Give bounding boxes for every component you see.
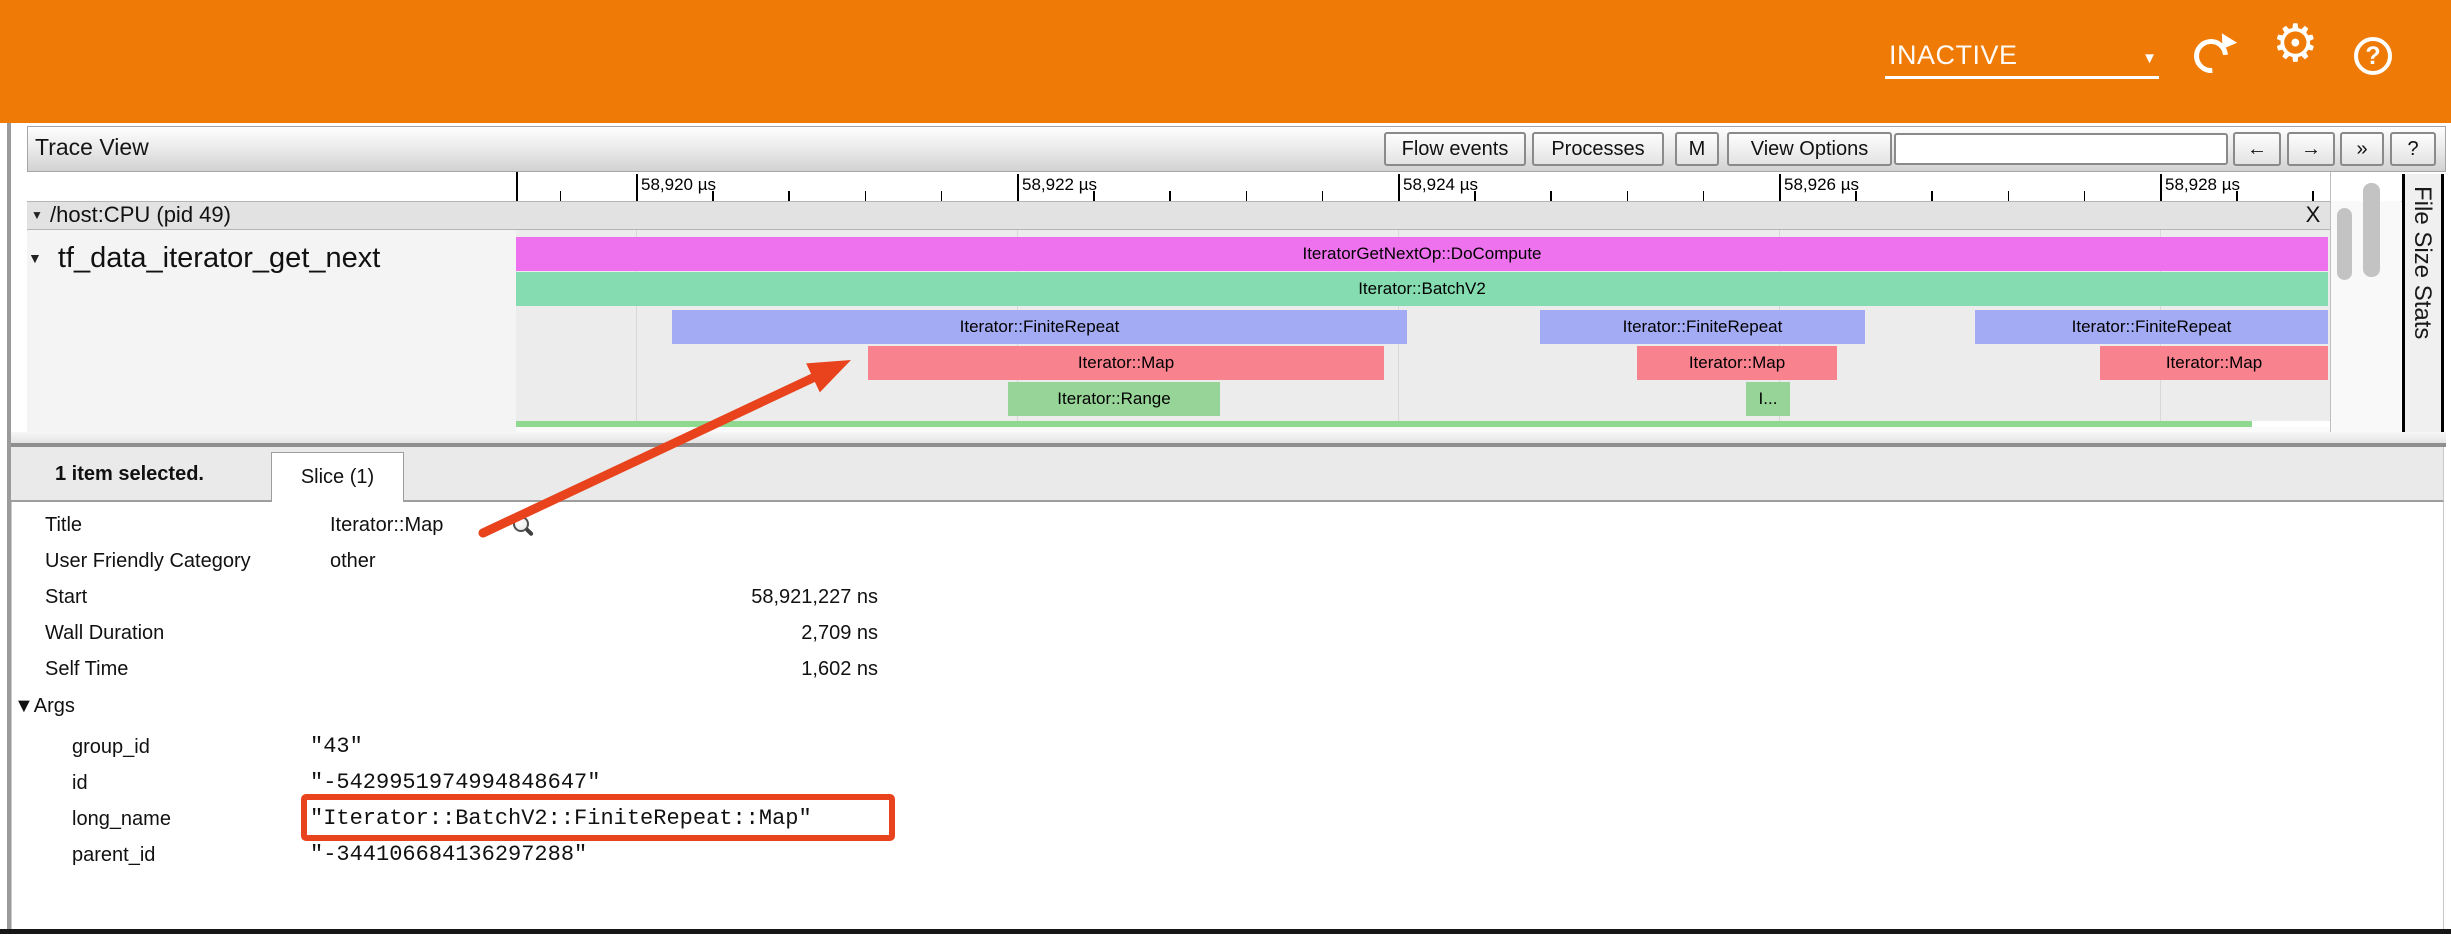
detail-field-label: Title [45,513,82,537]
timeline-slice[interactable]: Iterator::FiniteRepeat [1540,310,1865,344]
timeline-slice[interactable]: Iterator::Map [2100,346,2328,380]
toolbar-button[interactable]: View Options [1727,132,1892,166]
ruler-minor-tick [788,191,790,201]
thread-label: tf_data_iterator_get_next [58,242,380,275]
detail-field-label: Self Time [45,657,128,681]
ruler-tick-label: 58,928 µs [2165,175,2240,195]
chevron-down-icon: ▼ [2142,50,2157,67]
detail-field-value: other [330,549,376,573]
ruler-minor-tick [2312,191,2314,201]
mode-dropdown[interactable]: INACTIVE ▼ [1885,36,2159,79]
window-bottom-border [0,929,2451,934]
detail-field-value: Iterator::Map [330,513,443,537]
ruler-minor-tick [1093,191,1095,201]
arg-value: "43" [310,734,363,760]
toolbar-button[interactable]: M [1675,132,1719,166]
timeline-slice[interactable] [516,421,2252,427]
ruler-minor-tick [2084,191,2086,201]
settings-gear-icon[interactable]: ⚙ [2272,18,2319,70]
timeline-slice[interactable]: Iterator::FiniteRepeat [1975,310,2328,344]
ruler-tick [1398,174,1400,201]
ruler-minor-tick [560,191,562,201]
ruler-minor-tick [1627,191,1629,201]
nav-button[interactable]: → [2287,132,2335,166]
detail-field-label: User Friendly Category [45,549,251,573]
ruler-left-edge [516,172,518,201]
ruler-minor-tick [941,191,943,201]
detail-field-label: Start [45,585,87,609]
search-input[interactable] [1894,133,2228,165]
arg-key: group_id [72,734,150,760]
ruler-minor-tick [2236,191,2238,201]
collapse-triangle-icon[interactable]: ▼ [28,250,42,266]
arg-value: "-5429951974994848647" [310,770,600,796]
timeline-slice[interactable]: Iterator::FiniteRepeat [672,310,1407,344]
nav-button[interactable]: ? [2390,132,2436,166]
detail-field-value: 1,602 ns [330,657,878,681]
arg-key: id [72,770,88,796]
process-label: /host:CPU (pid 49) [50,202,231,228]
thread-row-header[interactable]: ▼ tf_data_iterator_get_next [28,240,380,276]
ruler-tick [636,174,638,201]
process-header-row[interactable] [27,201,2330,230]
timeline-slice[interactable]: I... [1746,382,1790,416]
timeline-slice[interactable]: Iterator::BatchV2 [516,272,2328,306]
scrollbar-thumb[interactable] [2363,183,2380,277]
detail-field-label: Wall Duration [45,621,164,645]
annotation-highlight-box [301,794,895,841]
mode-dropdown-value: INACTIVE [1889,40,2018,71]
ruler-tick [2160,174,2162,201]
timeline-slice[interactable]: Iterator::Range [1008,382,1220,416]
ruler-tick [1017,174,1019,201]
timeline-slice[interactable]: Iterator::Map [1637,346,1837,380]
scrollbar-thumb[interactable] [2337,208,2352,280]
app-header-bar: INACTIVE ▼ ⚙ ? [0,0,2451,123]
ruler-tick-label: 58,926 µs [1784,175,1859,195]
ruler-minor-tick [2008,191,2010,201]
ruler-tick-label: 58,922 µs [1022,175,1097,195]
ruler-minor-tick [1474,191,1476,201]
search-icon[interactable] [513,516,535,538]
collapse-triangle-icon[interactable]: ▼ [31,208,43,222]
ruler-minor-tick [1703,191,1705,201]
ruler-minor-tick [1550,191,1552,201]
args-section-header[interactable]: ▼Args [14,695,75,718]
toolbar-button[interactable]: Processes [1532,132,1664,166]
ruler-minor-tick [712,191,714,201]
ruler-tick [1779,174,1781,201]
ruler-minor-tick [865,191,867,201]
detail-field-value: 2,709 ns [330,621,878,645]
ruler-tick-label: 58,924 µs [1403,175,1478,195]
detail-field-value: 58,921,227 ns [330,585,878,609]
trace-view-title: Trace View [35,134,149,161]
timeline-slice[interactable]: IteratorGetNextOp::DoCompute [516,237,2328,271]
timeline-slice[interactable]: Iterator::Map [868,346,1384,380]
nav-button[interactable]: » [2340,132,2384,166]
toolbar-button[interactable]: Flow events [1384,132,1526,166]
ruler-tick-label: 58,920 µs [641,175,716,195]
file-size-stats-label: File Size Stats [2408,186,2436,339]
nav-button[interactable]: ← [2233,132,2281,166]
refresh-button[interactable] [2194,39,2226,71]
ruler-minor-tick [1246,191,1248,201]
arg-value: "-344106684136297288" [310,842,587,868]
search-icon-handle [525,527,534,536]
close-icon[interactable]: X [2300,202,2326,228]
ruler-minor-tick [1169,191,1171,201]
arg-key: parent_id [72,842,155,868]
ruler-minor-tick [1855,191,1857,201]
ruler-minor-tick [1931,191,1933,201]
tab-slice[interactable]: Slice (1) [271,452,404,502]
help-icon[interactable]: ? [2354,37,2392,75]
arg-key: long_name [72,806,171,832]
timeline-ruler[interactable]: 58,920 µs 58,922 µs 58,924 µs 58,926 µs 58,9… [27,172,2402,202]
selection-status: 1 item selected. [55,463,204,486]
ruler-minor-tick [1322,191,1324,201]
